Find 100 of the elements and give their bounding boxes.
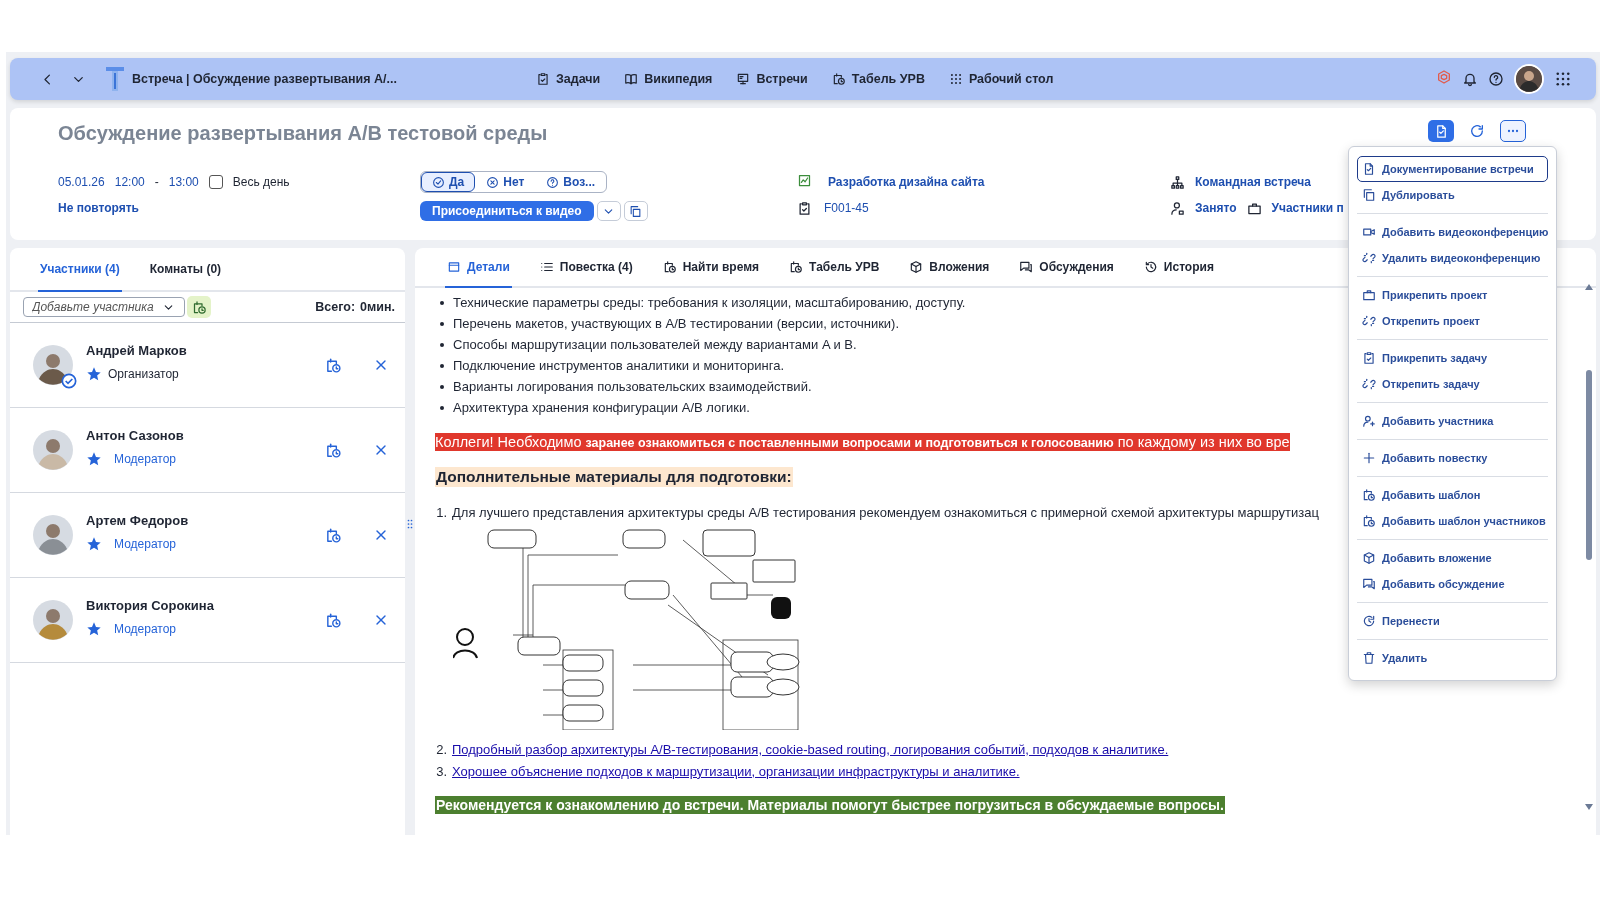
meeting-type-link[interactable]: Командная встреча [1195,175,1311,189]
menu-item[interactable]: Удалить видеоконференцию [1357,245,1548,271]
schedule-button[interactable] [325,356,342,374]
plus-icon [1362,451,1376,465]
clipboard-icon [1362,351,1376,365]
list-icon [539,260,554,274]
date-field[interactable]: 05.01.26 [58,175,105,189]
menu-item[interactable]: Добавить видеоконференцию [1357,219,1548,245]
schedule-button[interactable] [325,611,342,629]
window-title: Встреча | Обсуждение развертывания А/... [132,72,397,86]
join-video-button[interactable]: Присоединиться к видео [420,201,594,221]
add-template-button[interactable] [187,296,211,318]
more-button[interactable] [1500,120,1526,142]
total-value: 0мин. [360,300,395,314]
content-tab[interactable]: Детали [445,248,512,288]
time-separator: - [154,175,159,189]
video-camera-icon [1362,225,1376,239]
task-link[interactable]: F001-45 [824,201,869,215]
menu-item[interactable]: Добавить обсуждение [1357,571,1548,597]
menu-item[interactable]: Открепить проект [1357,308,1548,334]
avatar [33,515,73,555]
content-tab[interactable]: Найти время [660,248,762,288]
content-tab[interactable]: Обсуждения [1017,248,1116,288]
material-link[interactable]: Хорошее объяснение подходов к маршрутизации, организации инфраструктуры и аналитике. [452,763,1020,779]
participant-role[interactable]: Модератор [114,536,176,551]
meeting-title: Обсуждение развертывания A/B тестовой среды [58,122,548,145]
nav-link[interactable]: Задачи [536,72,601,86]
content-tab[interactable]: Повестка (4) [537,248,635,288]
help-icon[interactable] [1488,71,1504,87]
start-time-field[interactable]: 12:00 [114,175,145,189]
menu-item[interactable]: Добавить шаблон [1357,482,1548,508]
x-circle-icon [486,175,500,189]
bullet-icon [440,342,444,347]
bullet-icon [440,321,444,326]
star-icon [86,535,102,552]
rsvp-option[interactable]: Да [421,172,476,192]
participant-role[interactable]: Модератор [114,451,176,466]
nav-link[interactable]: Википедия [624,72,713,86]
bell-icon[interactable] [1462,71,1478,87]
menu-item[interactable]: Дублировать [1357,182,1548,208]
list-item-text: Способы маршрутизации пользователей между вариантами A и B. [453,337,857,352]
menu-item[interactable]: Прикрепить проект [1357,282,1548,308]
all-day-label: Весь день [232,175,290,189]
person-lock-icon [1170,200,1185,216]
documentation-button[interactable] [1428,120,1454,142]
briefcase-icon [1246,200,1262,216]
menu-item[interactable]: Перенести [1357,608,1548,634]
all-day-checkbox[interactable] [208,175,223,189]
refresh-icon [1469,123,1485,139]
busy-status-link[interactable]: Занято [1195,201,1237,215]
join-options-button[interactable] [596,201,621,221]
list-item-text: Подключение инструментов аналитики и мониторинга. [453,358,785,373]
grid-icon[interactable] [1554,70,1572,88]
content-tab[interactable]: История [1141,248,1216,288]
panel-tab[interactable]: Комнаты (0) [147,248,224,292]
clipboard-icon [536,72,550,86]
star-icon [86,620,102,637]
clipboard-icon [797,200,812,216]
avatar [33,600,73,640]
end-time-field[interactable]: 13:00 [168,175,199,189]
chat-icon [1362,577,1376,591]
schedule-button[interactable] [325,441,342,459]
menu-item[interactable]: Документирование встречи [1357,156,1548,182]
calendar-clock-icon [325,526,342,544]
participant-name: Андрей Марков [86,342,188,358]
avatar [33,430,73,470]
content-tab[interactable]: Вложения [907,248,992,288]
total-label: Всего: [315,300,356,314]
content-tab[interactable]: Табель УРВ [787,248,882,288]
list-number: 2. [435,741,447,757]
nav-link[interactable]: Встречи [736,72,808,86]
copy-link-button[interactable] [623,201,648,221]
repeat-link[interactable]: Не повторять [58,201,139,215]
nav-link[interactable]: Рабочий стол [948,72,1054,86]
menu-item[interactable]: Добавить повестку [1357,445,1548,471]
cube-icon [909,260,924,274]
menu-item[interactable]: Открепить задачу [1357,371,1548,397]
menu-item[interactable]: Добавить вложение [1357,545,1548,571]
rsvp-option[interactable]: Нет [475,172,536,192]
rotate-clock-icon [1362,614,1376,628]
scrollbar[interactable] [1584,282,1594,812]
participant-role[interactable]: Модератор [114,621,176,636]
calendar-clock-icon [191,299,207,315]
material-link[interactable]: Подробный разбор архитектуры A/B-тестирования, cookie-based routing, логирования событий, подходов к аналитике. [452,741,1169,757]
menu-item[interactable]: Прикрепить задачу [1357,345,1548,371]
calendar-clock-icon [789,260,804,274]
list-item-text: Для лучшего представления архитектуры среды A/B тестирования рекомендуем ознакомиться с примерной схемой архитектуры маршрутизац [452,504,1319,520]
grid-icon [948,72,963,86]
rsvp-option[interactable]: Воз... [535,172,607,192]
participants-link[interactable]: Участники п [1271,201,1344,215]
project-link[interactable]: Разработка дизайна сайта [828,175,985,189]
menu-item[interactable]: Добавить участника [1357,408,1548,434]
schedule-button[interactable] [325,526,342,544]
menu-item[interactable]: Удалить [1357,645,1548,671]
user-avatar[interactable] [1514,64,1544,94]
menu-item[interactable]: Добавить шаблон участников [1357,508,1548,534]
question-circle-icon [546,175,560,189]
copy-icon [629,204,643,218]
panel-tab[interactable]: Участники (4) [38,248,122,292]
nav-link[interactable]: Табель УРВ [831,72,925,86]
